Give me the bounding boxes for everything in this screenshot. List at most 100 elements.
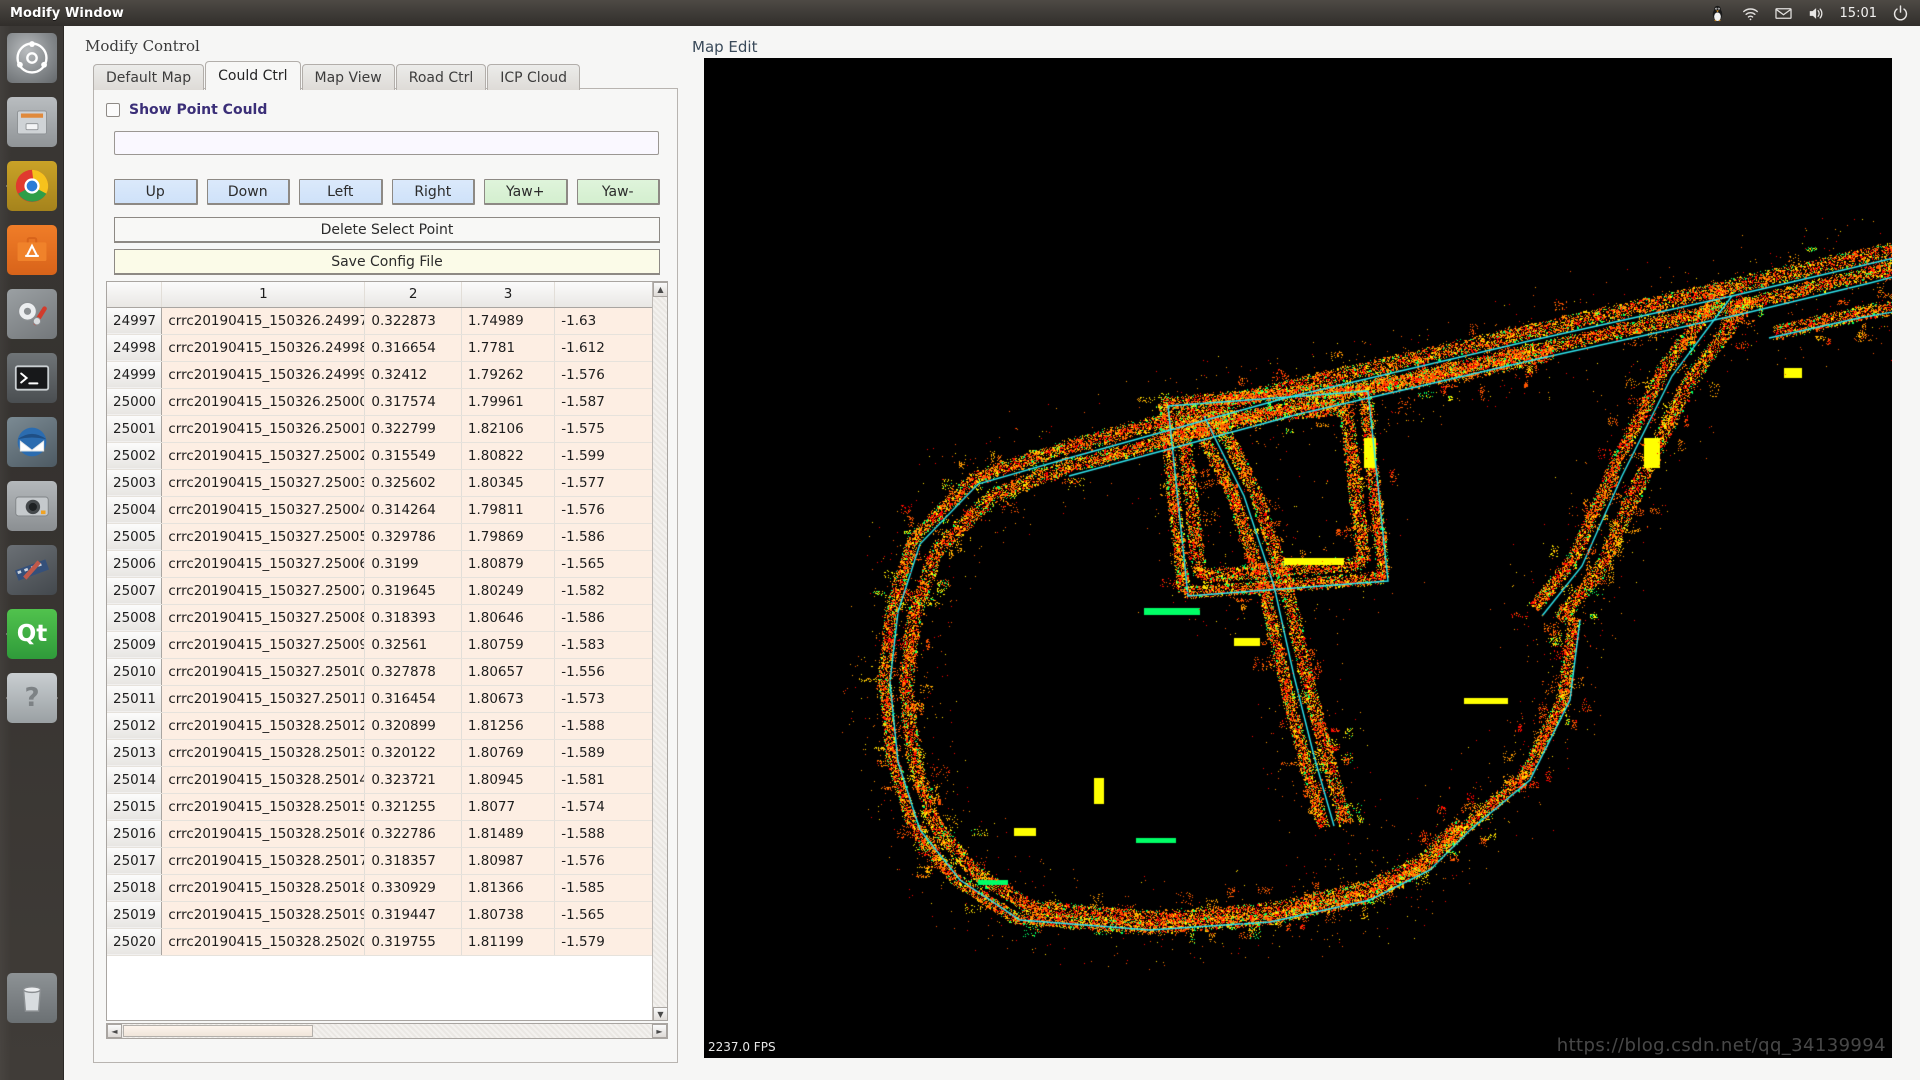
ubuntu-dash-icon[interactable] <box>7 33 57 83</box>
row-index-cell[interactable]: 25018 <box>107 874 163 902</box>
row-value-2-cell[interactable]: 1.74989 <box>461 307 556 335</box>
row-value-3-cell[interactable]: -1.575 <box>554 415 667 443</box>
table-row[interactable]: 24999crrc20190415_150326.24999.pcd0.3241… <box>107 361 667 389</box>
column-header-2[interactable]: 2 <box>364 282 462 308</box>
row-value-2-cell[interactable]: 1.80738 <box>461 901 556 929</box>
row-value-3-cell[interactable]: -1.576 <box>554 847 667 875</box>
launcher-item-chrome[interactable] <box>0 154 64 218</box>
row-file-cell[interactable]: crrc20190415_150327.25009.pcd <box>161 631 366 659</box>
table-row[interactable]: 25005crrc20190415_150327.25005.pcd0.3297… <box>107 523 667 551</box>
row-value-2-cell[interactable]: 1.80987 <box>461 847 556 875</box>
row-value-3-cell[interactable]: -1.576 <box>554 361 667 389</box>
row-value-2-cell[interactable]: 1.79262 <box>461 361 556 389</box>
point-path-input[interactable] <box>114 131 659 155</box>
table-row[interactable]: 25012crrc20190415_150328.25012.pcd0.3208… <box>107 712 667 740</box>
row-index-cell[interactable]: 25007 <box>107 577 163 605</box>
launcher-item-system-settings[interactable] <box>0 282 64 346</box>
point-cloud-canvas[interactable] <box>704 58 1892 1058</box>
save-config-file-button[interactable]: Save Config File <box>114 249 660 275</box>
row-index-cell[interactable]: 25011 <box>107 685 163 713</box>
table-row[interactable]: 25004crrc20190415_150327.25004.pcd0.3142… <box>107 496 667 524</box>
row-value-3-cell[interactable]: -1.576 <box>554 496 667 524</box>
row-file-cell[interactable]: crrc20190415_150327.25011.pcd <box>161 685 366 713</box>
power-icon[interactable] <box>1891 4 1910 23</box>
table-row[interactable]: 25014crrc20190415_150328.25014.pcd0.3237… <box>107 766 667 794</box>
row-value-3-cell[interactable]: -1.612 <box>554 334 667 362</box>
launcher-item-thunderbird[interactable] <box>0 410 64 474</box>
row-value-3-cell[interactable]: -1.583 <box>554 631 667 659</box>
tab-could-ctrl[interactable]: Could Ctrl <box>205 61 301 90</box>
row-value-1-cell[interactable]: 0.323721 <box>364 766 462 794</box>
penguin-icon[interactable] <box>1708 4 1727 23</box>
row-value-3-cell[interactable]: -1.565 <box>554 901 667 929</box>
row-index-cell[interactable]: 25013 <box>107 739 163 767</box>
row-value-3-cell[interactable]: -1.556 <box>554 658 667 686</box>
files-icon[interactable] <box>7 97 57 147</box>
thunderbird-icon[interactable] <box>7 417 57 467</box>
row-value-2-cell[interactable]: 1.81366 <box>461 874 556 902</box>
row-value-2-cell[interactable]: 1.79961 <box>461 388 556 416</box>
row-value-3-cell[interactable]: -1.599 <box>554 442 667 470</box>
up-button[interactable]: Up <box>114 179 198 205</box>
column-header-4[interactable] <box>554 282 667 308</box>
row-index-cell[interactable]: 24997 <box>107 307 163 335</box>
volume-icon[interactable] <box>1807 4 1826 23</box>
row-value-2-cell[interactable]: 1.81489 <box>461 820 556 848</box>
tab-icp-cloud[interactable]: ICP Cloud <box>487 64 581 90</box>
row-index-cell[interactable]: 25014 <box>107 766 163 794</box>
column-header-index[interactable] <box>107 282 163 308</box>
row-value-2-cell[interactable]: 1.80345 <box>461 469 556 497</box>
point-cloud-table[interactable]: 1 2 3 24997crrc20190415_150326.24997.pcd… <box>106 281 668 1021</box>
table-row[interactable]: 25008crrc20190415_150327.25008.pcd0.3183… <box>107 604 667 632</box>
row-value-1-cell[interactable]: 0.321255 <box>364 793 462 821</box>
row-file-cell[interactable]: crrc20190415_150326.24999.pcd <box>161 361 366 389</box>
row-file-cell[interactable]: crrc20190415_150327.25010.pcd <box>161 658 366 686</box>
software-center-icon[interactable] <box>7 225 57 275</box>
row-value-2-cell[interactable]: 1.80759 <box>461 631 556 659</box>
yaw-plus-button[interactable]: Yaw+ <box>484 179 568 205</box>
column-header-3[interactable]: 3 <box>461 282 556 308</box>
row-value-1-cell[interactable]: 0.320122 <box>364 739 462 767</box>
row-file-cell[interactable]: crrc20190415_150326.25000.pcd <box>161 388 366 416</box>
launcher-item-ubuntu[interactable] <box>0 26 64 90</box>
row-value-2-cell[interactable]: 1.81199 <box>461 928 556 956</box>
row-value-2-cell[interactable]: 1.80769 <box>461 739 556 767</box>
scroll-right-button[interactable]: ► <box>652 1024 667 1038</box>
tab-map-view[interactable]: Map View <box>301 64 395 90</box>
trash-icon[interactable] <box>7 973 57 1023</box>
row-value-3-cell[interactable]: -1.588 <box>554 712 667 740</box>
help-icon[interactable]: ? <box>7 673 57 723</box>
row-value-1-cell[interactable]: 0.322873 <box>364 307 462 335</box>
row-index-cell[interactable]: 25008 <box>107 604 163 632</box>
table-horizontal-scrollbar[interactable]: ◄ ► <box>106 1023 668 1039</box>
horizontal-scroll-thumb[interactable] <box>123 1025 313 1037</box>
row-index-cell[interactable]: 25019 <box>107 901 163 929</box>
row-file-cell[interactable]: crrc20190415_150328.25017.pcd <box>161 847 366 875</box>
row-value-1-cell[interactable]: 0.316654 <box>364 334 462 362</box>
tab-road-ctrl[interactable]: Road Ctrl <box>395 64 487 90</box>
launcher-item-video[interactable] <box>0 538 64 602</box>
system-settings-icon[interactable] <box>7 289 57 339</box>
row-file-cell[interactable]: crrc20190415_150327.25006.pcd <box>161 550 366 578</box>
chrome-icon[interactable] <box>7 161 57 211</box>
row-value-2-cell[interactable]: 1.8077 <box>461 793 556 821</box>
table-row[interactable]: 25000crrc20190415_150326.25000.pcd0.3175… <box>107 388 667 416</box>
row-value-1-cell[interactable]: 0.330929 <box>364 874 462 902</box>
tab-default-map[interactable]: Default Map <box>93 64 205 90</box>
row-value-3-cell[interactable]: -1.589 <box>554 739 667 767</box>
row-value-1-cell[interactable]: 0.317574 <box>364 388 462 416</box>
show-point-could-row[interactable]: Show Point Could <box>106 102 267 118</box>
row-index-cell[interactable]: 25009 <box>107 631 163 659</box>
row-file-cell[interactable]: crrc20190415_150327.25005.pcd <box>161 523 366 551</box>
down-button[interactable]: Down <box>206 179 290 205</box>
table-row[interactable]: 25013crrc20190415_150328.25013.pcd0.3201… <box>107 739 667 767</box>
launcher-item-files[interactable] <box>0 90 64 154</box>
row-index-cell[interactable]: 24998 <box>107 334 163 362</box>
row-index-cell[interactable]: 25012 <box>107 712 163 740</box>
row-index-cell[interactable]: 25002 <box>107 442 163 470</box>
launcher-item-trash[interactable] <box>0 966 64 1030</box>
row-value-2-cell[interactable]: 1.80249 <box>461 577 556 605</box>
row-value-3-cell[interactable]: -1.581 <box>554 766 667 794</box>
row-value-1-cell[interactable]: 0.318393 <box>364 604 462 632</box>
row-value-3-cell[interactable]: -1.574 <box>554 793 667 821</box>
